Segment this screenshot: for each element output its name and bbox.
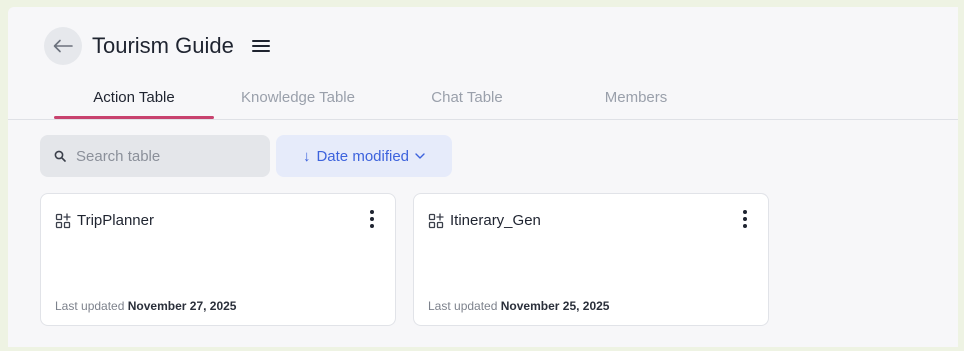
tab-label: Chat Table (431, 89, 503, 106)
chevron-down-icon (415, 153, 425, 159)
tab-bar: Action Table Knowledge Table Chat Table … (8, 87, 958, 120)
menu-button[interactable] (250, 35, 272, 57)
tab-label: Action Table (93, 89, 175, 106)
card-title: TripPlanner (55, 212, 154, 229)
tab-action-table[interactable]: Action Table (54, 87, 214, 119)
tab-chat-table[interactable]: Chat Table (412, 87, 522, 117)
card-name: TripPlanner (77, 212, 154, 229)
table-grid-icon (428, 212, 444, 228)
card-updated: Last updated November 25, 2025 (428, 299, 609, 313)
card-name: Itinerary_Gen (450, 212, 541, 229)
back-button[interactable] (44, 27, 82, 65)
search-input[interactable] (74, 146, 248, 166)
table-card[interactable]: Itinerary_Gen Last updated November 25, … (413, 193, 769, 326)
updated-date: November 27, 2025 (127, 299, 237, 313)
table-card[interactable]: TripPlanner Last updated November 27, 20… (40, 193, 396, 326)
card-updated: Last updated November 27, 2025 (55, 299, 236, 313)
page-title: Tourism Guide (92, 33, 234, 58)
arrow-down-icon: ↓ (302, 147, 311, 165)
sort-button[interactable]: ↓ Date modified (276, 135, 452, 177)
tab-members[interactable]: Members (586, 87, 686, 117)
arrow-left-icon (53, 39, 73, 53)
more-options-button[interactable] (367, 208, 377, 230)
tab-label: Knowledge Table (241, 89, 355, 106)
more-options-button[interactable] (740, 208, 750, 230)
updated-prefix: Last updated (428, 299, 498, 313)
updated-date: November 25, 2025 (500, 299, 610, 313)
page-header: Tourism Guide (44, 27, 272, 65)
card-title: Itinerary_Gen (428, 212, 541, 229)
updated-prefix: Last updated (55, 299, 125, 313)
tab-label: Members (604, 89, 668, 106)
main-panel: Tourism Guide Action Table Knowledge Tab… (8, 7, 958, 347)
hamburger-menu-icon (251, 40, 270, 52)
table-grid-icon (55, 212, 71, 228)
tab-knowledge-table[interactable]: Knowledge Table (222, 87, 374, 117)
search-icon (54, 150, 66, 162)
sort-label: Date modified (316, 147, 410, 165)
search-box[interactable] (40, 135, 270, 177)
